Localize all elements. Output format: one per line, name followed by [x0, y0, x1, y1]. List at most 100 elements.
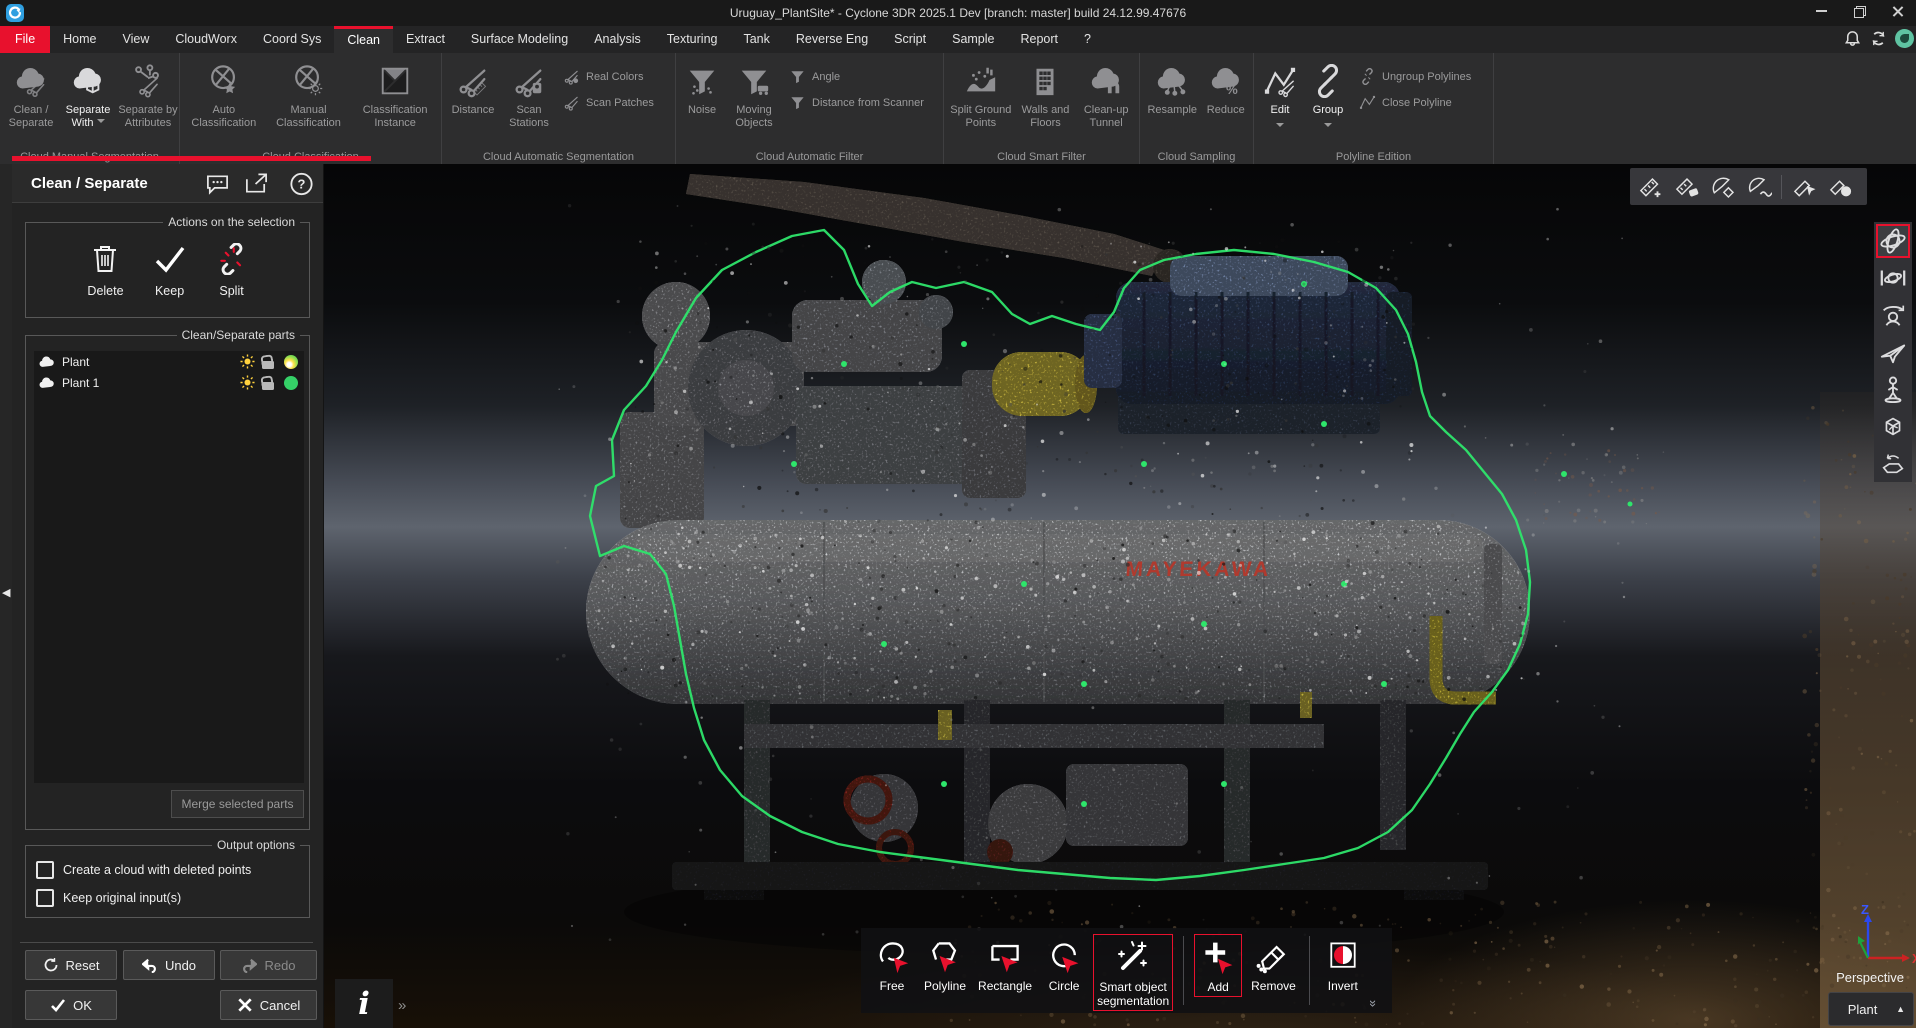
add-measurement-icon[interactable] [1634, 171, 1667, 202]
tool-label: Rectangle [978, 979, 1032, 993]
sync-icon[interactable] [1869, 29, 1888, 48]
menu-help[interactable]: ? [1071, 26, 1104, 53]
ribbon-button-distance[interactable]: Distance [445, 56, 501, 117]
ribbon-button-scan-patches[interactable]: Scan Patches [563, 94, 669, 111]
ribbon-button-ungroup-polylines[interactable]: Ungroup Polylines [1359, 68, 1485, 85]
info-expand-icon[interactable]: » [398, 997, 406, 1014]
ribbon-button-resample[interactable]: Resample [1144, 56, 1200, 117]
account-badge-icon[interactable] [1895, 29, 1914, 48]
menu-surface-modeling[interactable]: Surface Modeling [458, 26, 581, 53]
minimize-button[interactable] [1802, 0, 1840, 22]
pick-measurement-icon[interactable] [1788, 171, 1821, 202]
ribbon-button-manual-classification[interactable]: Manual Classification [266, 56, 350, 130]
ribbon-button-separate-with[interactable]: Separate With [59, 56, 117, 130]
redo-button[interactable]: Redo [220, 950, 317, 980]
ribbon-button-scan-stations[interactable]: Scan Stations [501, 56, 557, 130]
add-selection-mode[interactable]: Add [1194, 934, 1242, 997]
delete-button[interactable]: Delete [87, 243, 123, 298]
checkbox-keep-original-inputs[interactable] [36, 889, 54, 907]
menu-script[interactable]: Script [881, 26, 939, 53]
cancel-button[interactable]: Cancel [220, 990, 317, 1020]
ribbon-button-auto-classification[interactable]: Auto Classification [185, 56, 263, 130]
ribbon-button-real-colors[interactable]: Real Colors [563, 68, 669, 85]
fly-mode-button[interactable] [1876, 335, 1910, 369]
ribbon-button-clean-up-tunnel[interactable]: Clean-up Tunnel [1077, 56, 1135, 130]
export-panel-icon[interactable] [244, 172, 269, 196]
close-button[interactable] [1878, 0, 1916, 22]
visibility-sun-icon[interactable] [240, 375, 255, 390]
turntable-button[interactable] [1876, 446, 1910, 480]
reset-button[interactable]: Reset [25, 950, 117, 980]
panel-collapse-arrow[interactable]: ◀ [2, 586, 10, 599]
angle-measurement-icon[interactable] [1706, 171, 1739, 202]
keep-button[interactable]: Keep [153, 243, 187, 298]
ribbon-button-noise[interactable]: Noise [679, 56, 725, 117]
undo-button[interactable]: Undo [123, 950, 215, 980]
constrained-orbit-button[interactable] [1876, 261, 1910, 295]
merge-selected-parts-button[interactable]: Merge selected parts [171, 790, 304, 818]
info-button[interactable]: i [335, 979, 393, 1028]
orbit-mode-button[interactable] [1876, 224, 1910, 258]
list-item-plant[interactable]: Plant [34, 351, 304, 372]
polyline-selection-tool[interactable]: Polyline [921, 934, 969, 995]
view-cube-button[interactable] [1876, 409, 1910, 443]
comment-icon[interactable] [205, 172, 230, 196]
circle-selection-tool[interactable]: Circle [1041, 934, 1087, 995]
chain-link-icon [1311, 64, 1345, 98]
menu-texturing[interactable]: Texturing [654, 26, 731, 53]
cloud-selector-dropdown[interactable]: Plant ▲ [1828, 992, 1914, 1026]
ribbon-button-close-polyline[interactable]: Close Polyline [1359, 94, 1485, 111]
ribbon-button-edit[interactable]: Edit [1257, 56, 1303, 131]
menu-reverse-eng[interactable]: Reverse Eng [783, 26, 881, 53]
remove-selection-mode[interactable]: Remove [1248, 934, 1299, 995]
split-button[interactable]: Split [216, 243, 248, 298]
menu-clean[interactable]: Clean [334, 26, 393, 53]
ribbon-button-distance-from-scanner[interactable]: Distance from Scanner [789, 94, 939, 111]
ribbon-group-cloud-automatic-filter: Noise Moving Objects Angle Distance from… [676, 53, 944, 164]
ribbon-button-angle[interactable]: Angle [789, 68, 939, 85]
menu-sample[interactable]: Sample [939, 26, 1007, 53]
check-icon [153, 243, 187, 275]
visibility-sun-icon[interactable] [240, 354, 255, 369]
menu-file[interactable]: File [0, 26, 50, 53]
menu-coord-sys[interactable]: Coord Sys [250, 26, 334, 53]
free-selection-tool[interactable]: Free [869, 934, 915, 995]
menu-report[interactable]: Report [1008, 26, 1072, 53]
ok-button[interactable]: OK [25, 990, 117, 1020]
menu-cloudworx[interactable]: CloudWorx [162, 26, 250, 53]
walk-mode-button[interactable] [1876, 372, 1910, 406]
ribbon-button-separate-by-attributes[interactable]: Separate by Attributes [117, 56, 179, 130]
ribbon-button-clean-separate[interactable]: Clean / Separate [3, 56, 59, 130]
remove-measurement-icon[interactable] [1670, 171, 1703, 202]
ribbon-button-split-ground-points[interactable]: Split Ground Points [948, 56, 1014, 130]
menu-view[interactable]: View [110, 26, 163, 53]
unlock-icon[interactable] [262, 355, 274, 369]
plus-icon [1200, 939, 1236, 975]
menu-home[interactable]: Home [50, 26, 109, 53]
menu-analysis[interactable]: Analysis [581, 26, 654, 53]
ribbon-button-reduce[interactable]: % Reduce [1203, 56, 1249, 117]
rectangle-selection-tool[interactable]: Rectangle [975, 934, 1035, 995]
free-angle-measurement-icon[interactable] [1742, 171, 1775, 202]
restore-button[interactable] [1840, 0, 1878, 22]
unlock-icon[interactable] [262, 376, 274, 390]
ribbon-button-classification-instance[interactable]: Classification Instance [354, 56, 436, 130]
toolbar-collapse-icon[interactable]: » [1366, 1000, 1381, 1005]
smart-object-segmentation-tool[interactable]: Smart object segmentation [1093, 934, 1173, 1011]
help-icon[interactable]: ? [289, 172, 314, 196]
3d-viewport[interactable]: MAYEKAWA Z X [324, 164, 1916, 1028]
list-item-plant-1[interactable]: Plant 1 [34, 372, 304, 393]
notifications-bell-icon[interactable] [1843, 29, 1862, 48]
ribbon-button-moving-objects[interactable]: Moving Objects [725, 56, 783, 130]
menu-tank[interactable]: Tank [730, 26, 782, 53]
sphere-measurement-icon[interactable] [1824, 171, 1857, 202]
ribbon-button-group[interactable]: Group [1303, 56, 1353, 131]
menu-extract[interactable]: Extract [393, 26, 458, 53]
look-around-button[interactable] [1876, 298, 1910, 332]
ribbon-group-label: Polyline Edition [1254, 151, 1493, 163]
invert-selection-tool[interactable]: Invert [1320, 934, 1366, 995]
checkbox-create-cloud-deleted-points[interactable] [36, 861, 54, 879]
part-color-swatch[interactable] [284, 355, 298, 369]
part-color-swatch[interactable] [284, 376, 298, 390]
ribbon-button-walls-and-floors[interactable]: Walls and Floors [1015, 56, 1075, 130]
